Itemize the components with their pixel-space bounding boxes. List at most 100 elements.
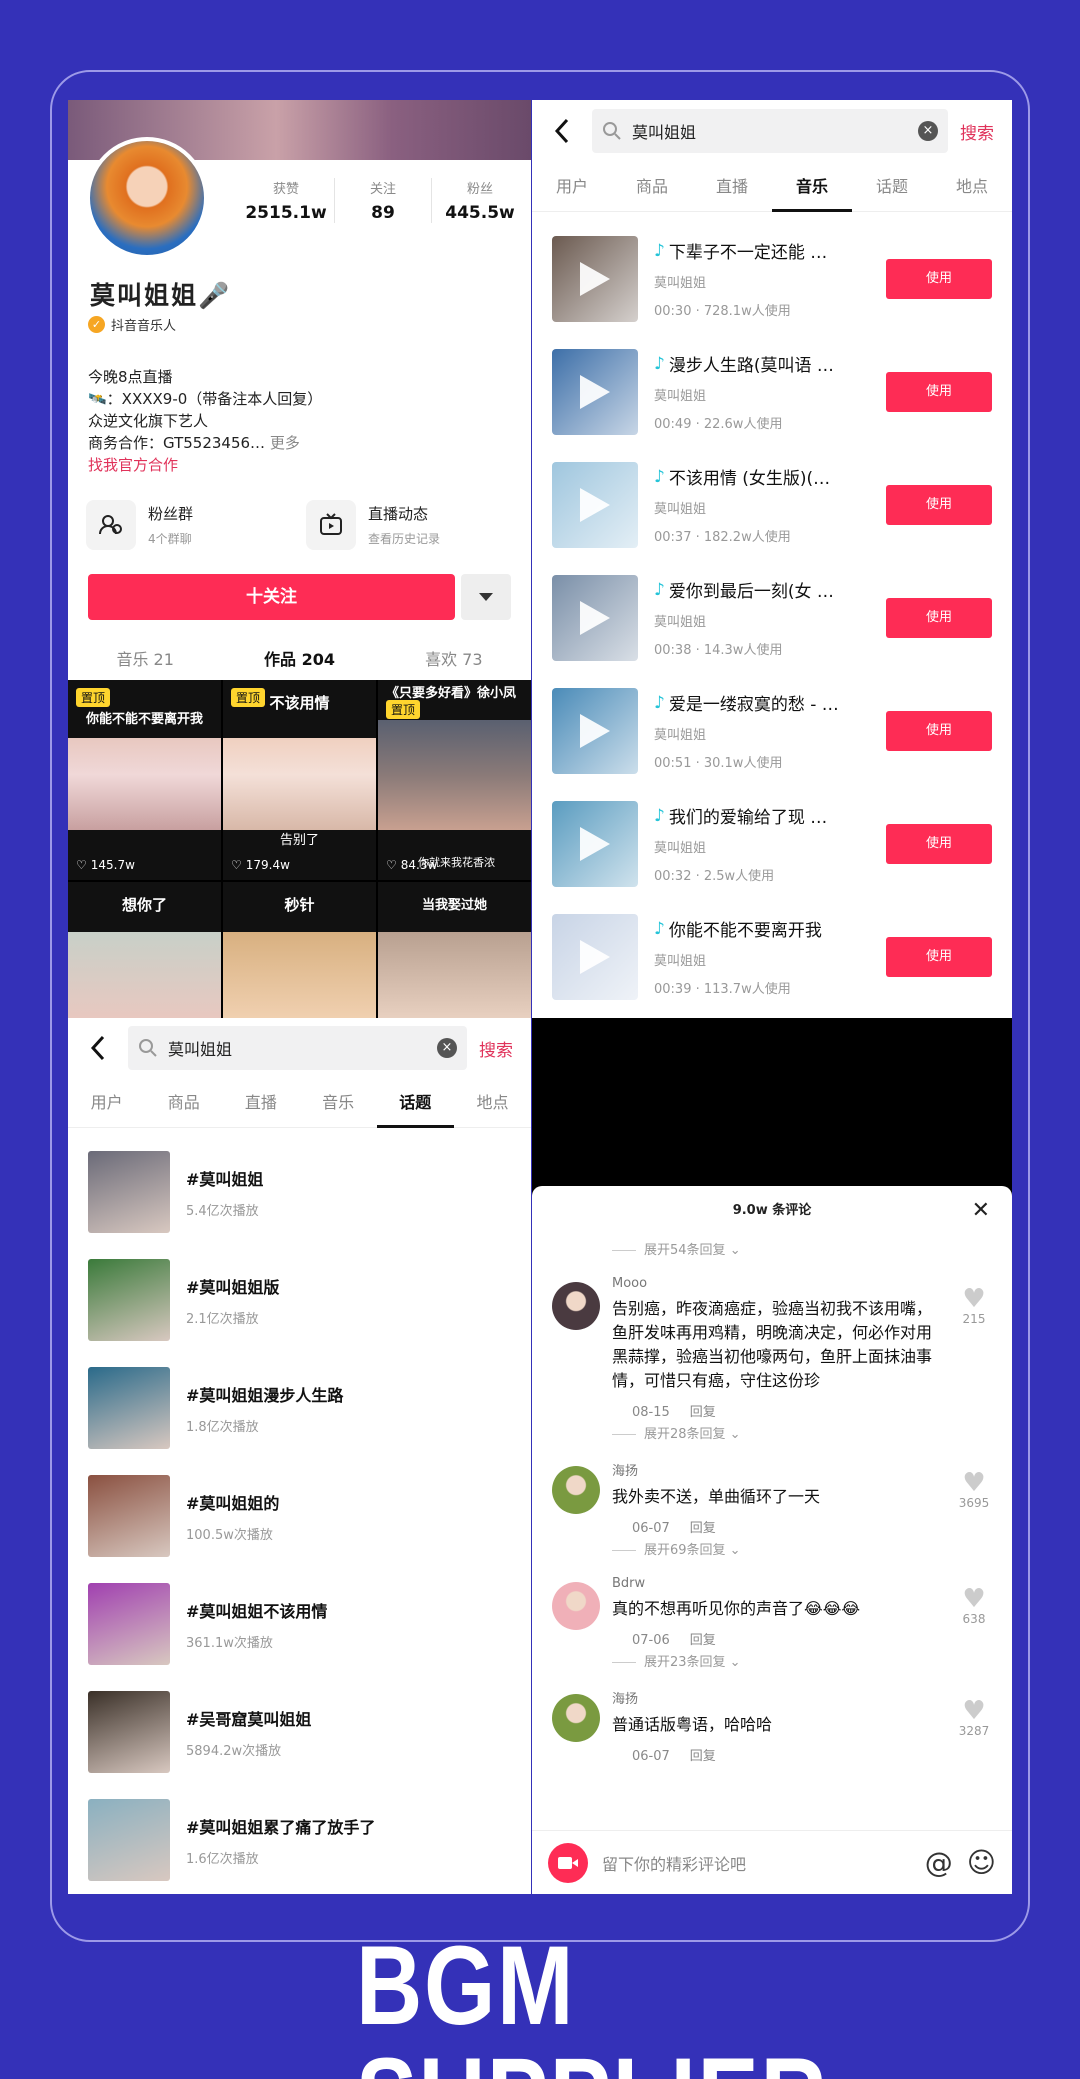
use-button[interactable]: 使用 — [886, 710, 992, 751]
like-button[interactable]: ♥ 638 — [954, 1586, 994, 1626]
like-button[interactable]: ♥ 3287 — [954, 1698, 994, 1738]
like-button[interactable]: ♥ 3695 — [954, 1470, 994, 1510]
comment-meta: 06-07 回复 — [612, 1517, 942, 1536]
use-button[interactable]: 使用 — [886, 371, 992, 412]
tab-topics[interactable]: 话题 — [852, 162, 932, 212]
comment-username[interactable]: 海扬 — [612, 1460, 942, 1479]
video-thumb[interactable]: 置顶 不该用情 告别了 ♡ 179.4w — [223, 680, 376, 880]
song-row[interactable]: ♪ 不该用情 (女生版)(… 莫叫姐姐 00:37 · 182.2w人使用 使用 — [532, 448, 1012, 561]
avatar[interactable] — [86, 137, 208, 259]
song-cover[interactable] — [552, 913, 638, 1000]
topic-row[interactable]: #吴哥窟莫叫姐姐 5894.2w次播放 — [68, 1678, 531, 1786]
back-button[interactable] — [80, 1030, 116, 1066]
stat-following[interactable]: 关注 89 — [335, 178, 432, 223]
reply-button[interactable]: 回复 — [690, 1633, 716, 1648]
song-info: ♪ 不该用情 (女生版)(… 莫叫姐姐 00:37 · 182.2w人使用 — [654, 464, 886, 546]
avatar[interactable] — [552, 1466, 600, 1514]
play-icon — [580, 374, 610, 409]
tab-places[interactable]: 地点 — [454, 1078, 531, 1128]
topic-row[interactable]: #莫叫姐姐版 2.1亿次播放 — [68, 1246, 531, 1354]
song-info: ♪ 我们的爱输给了现 … 莫叫姐姐 00:32 · 2.5w人使用 — [654, 803, 886, 885]
avatar[interactable] — [552, 1582, 600, 1630]
more-dropdown-button[interactable] — [461, 574, 511, 620]
clear-icon[interactable]: × — [437, 1038, 457, 1058]
topic-row[interactable]: #莫叫姐姐不该用情 361.1w次播放 — [68, 1570, 531, 1678]
video-thumb[interactable]: 置顶 《只要多好看》徐小凤 你就来我花香浓 ♡ 84.3w — [378, 680, 531, 880]
tab-live[interactable]: 直播 — [692, 162, 772, 212]
use-button[interactable]: 使用 — [886, 936, 992, 977]
tab-topics[interactable]: 话题 — [376, 1078, 454, 1128]
expand-replies-top[interactable]: 展开54条回复 ⌄ — [532, 1236, 1012, 1266]
expand-replies-label: 展开23条回复 — [644, 1655, 726, 1670]
search-button[interactable]: 搜索 — [960, 119, 1000, 144]
fan-group-card[interactable]: 粉丝群 4个群聊 — [86, 500, 286, 550]
topic-row[interactable]: #莫叫姐姐的 100.5w次播放 — [68, 1462, 531, 1570]
mention-icon[interactable]: @ — [925, 1846, 953, 1879]
search-input[interactable]: 莫叫姐姐 × — [592, 109, 948, 153]
topic-row[interactable]: #莫叫姐姐累了痛了放手了 1.6亿次播放 — [68, 1786, 531, 1894]
tab-works[interactable]: 作品 204 — [222, 640, 376, 676]
avatar[interactable] — [552, 1694, 600, 1742]
use-button[interactable]: 使用 — [886, 597, 992, 638]
tab-music[interactable]: 音乐 21 — [68, 640, 222, 676]
song-row[interactable]: ♪ 下辈子不一定还能 … 莫叫姐姐 00:30 · 728.1w人使用 使用 — [532, 222, 1012, 335]
back-button[interactable] — [544, 113, 580, 149]
stat-likes[interactable]: 获赞 2515.1w — [238, 178, 335, 223]
topic-info: #莫叫姐姐 5.4亿次播放 — [170, 1166, 263, 1219]
song-cover[interactable] — [552, 235, 638, 322]
live-history-card[interactable]: 直播动态 查看历史记录 — [306, 500, 506, 550]
video-thumb[interactable]: 置顶 你能不能不要离开我 ♡ 145.7w — [68, 680, 221, 880]
use-button[interactable]: 使用 — [886, 258, 992, 299]
official-cooperation-link[interactable]: 找我官方合作 — [88, 454, 322, 476]
expand-replies[interactable]: 展开23条回复 ⌄ — [532, 1648, 1012, 1678]
use-button[interactable]: 使用 — [886, 823, 992, 864]
topic-row[interactable]: #莫叫姐姐漫步人生路 1.8亿次播放 — [68, 1354, 531, 1462]
song-cover[interactable] — [552, 574, 638, 661]
comment-username[interactable]: Bdrw — [612, 1576, 942, 1591]
use-button[interactable]: 使用 — [886, 484, 992, 525]
tab-music[interactable]: 音乐 — [772, 162, 852, 212]
tab-users[interactable]: 用户 — [68, 1078, 145, 1128]
expand-replies-label: 展开28条回复 — [644, 1427, 726, 1442]
reply-button[interactable]: 回复 — [690, 1405, 716, 1420]
tab-users[interactable]: 用户 — [532, 162, 612, 212]
clear-icon[interactable]: × — [918, 121, 938, 141]
avatar[interactable] — [552, 1282, 600, 1330]
song-cover[interactable] — [552, 461, 638, 548]
follow-button[interactable]: 十关注 — [88, 574, 455, 620]
bio-more-link[interactable]: 更多 — [270, 434, 300, 452]
expand-replies[interactable]: 展开28条回复 ⌄ — [532, 1420, 1012, 1450]
video-thumb[interactable]: 秒针 — [223, 882, 376, 1018]
comment-username[interactable]: Mooo — [612, 1276, 942, 1291]
video-thumb[interactable]: 当我娶过她 — [378, 882, 531, 1018]
comment-input[interactable]: 留下你的精彩评论吧 — [602, 1851, 911, 1875]
close-icon[interactable]: ✕ — [972, 1186, 990, 1236]
search-button[interactable]: 搜索 — [479, 1036, 519, 1061]
song-row[interactable]: ♪ 爱你到最后一刻(女 … 莫叫姐姐 00:38 · 14.3w人使用 使用 — [532, 561, 1012, 674]
like-button[interactable]: ♥ 215 — [954, 1286, 994, 1326]
song-cover[interactable] — [552, 800, 638, 887]
tiktok-note-icon: ♪ — [654, 466, 665, 487]
reply-button[interactable]: 回复 — [690, 1749, 716, 1764]
song-row[interactable]: ♪ 漫步人生路(莫叫语 … 莫叫姐姐 00:49 · 22.6w人使用 使用 — [532, 335, 1012, 448]
song-row[interactable]: ♪ 爱是一缕寂寞的愁 - … 莫叫姐姐 00:51 · 30.1w人使用 使用 — [532, 674, 1012, 787]
tab-goods[interactable]: 商品 — [612, 162, 692, 212]
stat-followers[interactable]: 粉丝 445.5w — [432, 178, 528, 223]
song-row[interactable]: ♪ 你能不能不要离开我 莫叫姐姐 00:39 · 113.7w人使用 使用 — [532, 900, 1012, 1013]
video-thumb[interactable]: 想你了 — [68, 882, 221, 1018]
tab-liked[interactable]: 喜欢 73 — [377, 640, 531, 676]
expand-replies[interactable]: 展开69条回复 ⌄ — [532, 1536, 1012, 1566]
search-input[interactable]: 莫叫姐姐 × — [128, 1026, 467, 1070]
topic-row[interactable]: #莫叫姐姐 5.4亿次播放 — [68, 1138, 531, 1246]
song-row[interactable]: ♪ 我们的爱输给了现 … 莫叫姐姐 00:32 · 2.5w人使用 使用 — [532, 787, 1012, 900]
comment-username[interactable]: 海扬 — [612, 1688, 942, 1707]
song-cover[interactable] — [552, 687, 638, 774]
song-cover[interactable] — [552, 348, 638, 435]
tab-live[interactable]: 直播 — [222, 1078, 299, 1128]
emoji-icon[interactable]: ☺ — [967, 1846, 996, 1879]
tab-goods[interactable]: 商品 — [145, 1078, 222, 1128]
video-record-button[interactable] — [548, 1842, 588, 1883]
reply-button[interactable]: 回复 — [690, 1521, 716, 1536]
tab-music[interactable]: 音乐 — [300, 1078, 377, 1128]
tab-places[interactable]: 地点 — [932, 162, 1012, 212]
